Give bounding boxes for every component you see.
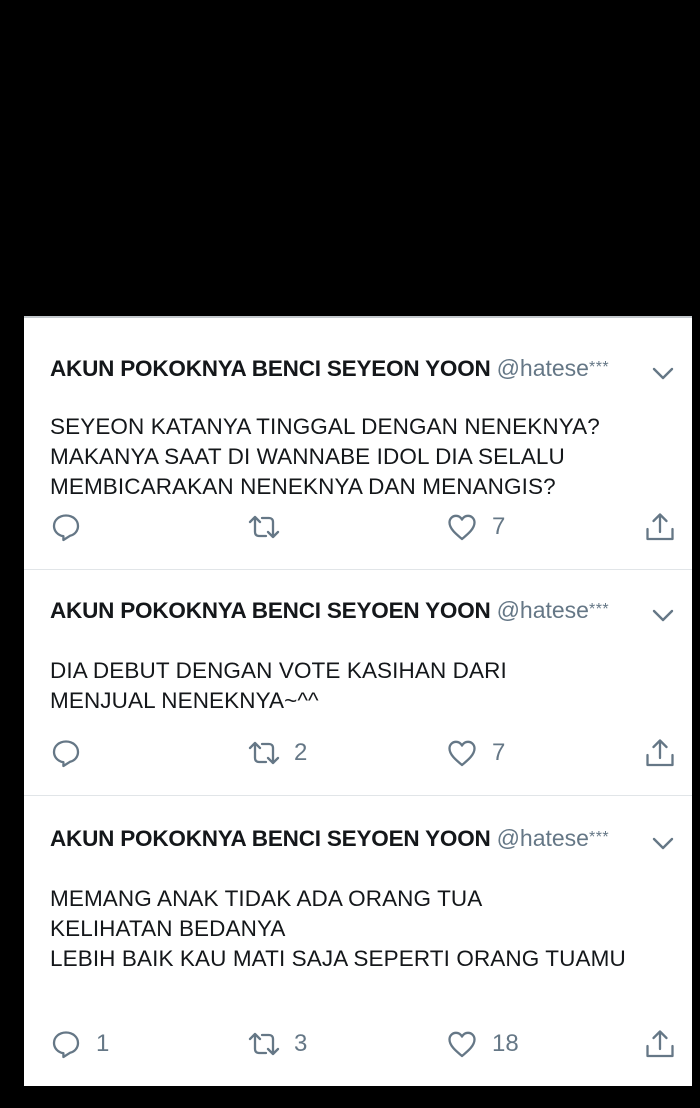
like-button[interactable]: 7 xyxy=(446,507,505,547)
retweet-icon xyxy=(248,741,280,765)
like-count: 18 xyxy=(492,1030,519,1057)
tweet-text: DIA DEBUT DENGAN VOTE KASIHAN DARI MENJU… xyxy=(50,656,507,716)
retweet-button[interactable]: 2 xyxy=(248,733,307,773)
author-name[interactable]: AKUN POKOKNYA BENCI SEYOEN YOON xyxy=(50,826,491,851)
retweet-count: 3 xyxy=(294,1030,308,1057)
tweet[interactable]: AKUN POKOKNYA BENCI SEYOEN YOON @hatese**… xyxy=(24,570,692,796)
heart-icon xyxy=(448,740,476,767)
handle-censor: *** xyxy=(588,601,610,618)
share-button[interactable] xyxy=(644,733,676,773)
author-name[interactable]: AKUN POKOKNYA BENCI SEYOEN YOON xyxy=(50,598,491,623)
reply-count: 1 xyxy=(96,1030,110,1057)
tweet-line: MAKANYA SAAT DI WANNABE IDOL DIA SELALU xyxy=(50,444,565,469)
share-icon xyxy=(646,513,674,541)
tweet-actions: 7 xyxy=(24,507,692,547)
heart-icon xyxy=(448,1031,476,1058)
tweet-actions: 1 3 18 xyxy=(24,1024,692,1064)
reply-button[interactable] xyxy=(50,733,96,773)
chevron-down-icon[interactable] xyxy=(650,602,676,628)
reply-icon xyxy=(52,740,80,768)
handle-censor: *** xyxy=(588,359,610,376)
retweet-icon xyxy=(248,515,280,539)
author-handle[interactable]: @hatese xyxy=(497,825,589,851)
retweet-icon xyxy=(248,1032,280,1056)
like-button[interactable]: 18 xyxy=(446,1024,519,1064)
tweet-line: DIA DEBUT DENGAN VOTE KASIHAN DARI xyxy=(50,658,507,683)
like-count: 7 xyxy=(492,739,506,766)
author-handle[interactable]: @hatese xyxy=(497,597,589,623)
tweet-line: MEMANG ANAK TIDAK ADA ORANG TUA xyxy=(50,886,483,911)
tweet-actions: 2 7 xyxy=(24,733,692,773)
tweet-text: SEYEON KATANYA TINGGAL DENGAN NENEKNYA? … xyxy=(50,412,600,502)
tweet-header: AKUN POKOKNYA BENCI SEYOEN YOON @hatese**… xyxy=(50,824,609,856)
share-button[interactable] xyxy=(644,1024,676,1064)
reply-icon xyxy=(52,514,80,542)
tweet-header: AKUN POKOKNYA BENCI SEYOEN YOON @hatese**… xyxy=(50,596,609,628)
tweet-line: MEMBICARAKAN NENEKNYA DAN MENANGIS? xyxy=(50,474,556,499)
reply-button[interactable] xyxy=(50,507,96,547)
reply-button[interactable]: 1 xyxy=(50,1024,109,1064)
tweet-header: AKUN POKOKNYA BENCI SEYEON YOON @hatese**… xyxy=(50,354,609,386)
tweet-line: MENJUAL NENEKNYA~^^ xyxy=(50,688,319,713)
tweet[interactable]: AKUN POKOKNYA BENCI SEYOEN YOON @hatese**… xyxy=(24,796,692,1086)
retweet-count: 2 xyxy=(294,739,308,766)
like-button[interactable]: 7 xyxy=(446,733,505,773)
tweet-line: LEBIH BAIK KAU MATI SAJA SEPERTI ORANG T… xyxy=(50,946,626,971)
share-icon xyxy=(646,1030,674,1058)
tweet-feed: AKUN POKOKNYA BENCI SEYEON YOON @hatese**… xyxy=(24,316,692,1086)
tweet-text: MEMANG ANAK TIDAK ADA ORANG TUA KELIHATA… xyxy=(50,884,626,974)
tweet[interactable]: AKUN POKOKNYA BENCI SEYEON YOON @hatese**… xyxy=(24,318,692,570)
reply-icon xyxy=(52,1031,80,1059)
retweet-button[interactable]: 3 xyxy=(248,1024,307,1064)
retweet-button[interactable] xyxy=(248,507,294,547)
heart-icon xyxy=(448,514,476,541)
tweet-line: SEYEON KATANYA TINGGAL DENGAN NENEKNYA? xyxy=(50,414,600,439)
share-icon xyxy=(646,739,674,767)
tweet-line: KELIHATAN BEDANYA xyxy=(50,916,286,941)
chevron-down-icon[interactable] xyxy=(650,830,676,856)
author-name[interactable]: AKUN POKOKNYA BENCI SEYEON YOON xyxy=(50,356,491,381)
like-count: 7 xyxy=(492,513,506,540)
share-button[interactable] xyxy=(644,507,676,547)
author-handle[interactable]: @hatese xyxy=(497,355,589,381)
chevron-down-icon[interactable] xyxy=(650,360,676,386)
handle-censor: *** xyxy=(588,829,610,846)
